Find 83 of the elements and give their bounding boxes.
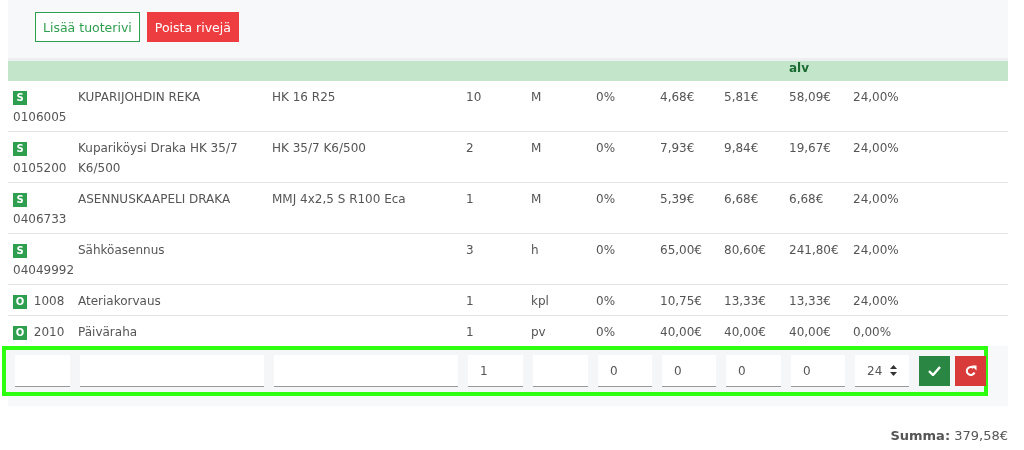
check-icon — [928, 366, 941, 376]
table-cell-text: HK 16 R25 — [272, 89, 337, 106]
table-cell-text: Päiväraha — [78, 324, 139, 341]
table-cell-text: M — [531, 89, 543, 106]
input-field[interactable]: 0 — [662, 355, 716, 387]
table-cell-text: 13,33€ — [724, 293, 767, 310]
save-button[interactable] — [919, 356, 950, 386]
table-cell-text: 65,00€ — [660, 242, 703, 259]
table-cell-text: 80,60€ — [724, 242, 767, 259]
table-cell-text: 1 — [466, 324, 475, 341]
redo-button[interactable] — [955, 356, 986, 386]
table-cell-text: 7,93€ — [660, 140, 696, 157]
table-cell-text: 1 — [466, 191, 475, 208]
table-cell-text: 58,09€ — [789, 89, 832, 106]
table-cell-text: 24,00% — [853, 191, 900, 208]
table-cell-text: KUPARIJOHDIN REKA — [78, 89, 202, 106]
product-code: 0406733 — [13, 212, 67, 226]
add-row-button[interactable]: Lisää tuoterivi — [35, 12, 140, 42]
product-code: 0105200 — [13, 161, 67, 175]
table-cell-text: 9,84€ — [724, 140, 760, 157]
product-code: 0106005 — [13, 110, 67, 124]
table-cell-text: 24,00% — [853, 293, 900, 310]
table-cell-text: 0% — [596, 140, 617, 157]
table-cell-text: 0% — [596, 324, 617, 341]
table-cell-text: h — [531, 242, 540, 259]
table-cell-text: kpl — [531, 293, 550, 310]
table-cell-text: 0% — [596, 242, 617, 259]
product-code: 1008 — [33, 294, 65, 308]
table-cell-text: 19,67€ — [789, 140, 832, 157]
table-cell-text: 5,81€ — [724, 89, 760, 106]
table-cell-text: 0,00% — [853, 324, 893, 341]
input-field[interactable] — [15, 355, 70, 387]
table-cell-text: 24,00% — [853, 242, 900, 259]
table-cell-text: 0% — [596, 293, 617, 310]
table-cell-text: 241,80€ — [789, 242, 840, 259]
sum-value: 379,58€ — [954, 428, 1008, 443]
table-cell-text: HK 35/7 K6/500 — [272, 140, 367, 157]
type-badge: S — [13, 244, 27, 258]
table-cell-text: 3 — [466, 242, 475, 259]
table-cell-text: 1 — [466, 293, 475, 310]
table-cell-text: 2 — [466, 140, 475, 157]
table-cell-text: 6,68€ — [724, 191, 760, 208]
type-badge: S — [13, 142, 27, 156]
input-field[interactable] — [533, 355, 588, 387]
table-cell-text: 10 — [466, 89, 483, 106]
table-cell-text: 13,33€ — [789, 293, 832, 310]
delete-rows-button[interactable]: Poista rivejä — [146, 12, 239, 42]
sum-label: Summa: — [890, 428, 951, 443]
table-cell-text: pv — [531, 324, 547, 341]
table-cell-text: 6,68€ — [789, 191, 825, 208]
type-badge: S — [13, 91, 27, 105]
table-cell-text: MMJ 4x2,5 S R100 Eca — [272, 191, 407, 208]
table-cell-text: Ateriakorvaus — [78, 293, 162, 310]
input-field[interactable] — [80, 355, 264, 387]
table-cell-text: 10,75€ — [660, 293, 703, 310]
table-cell-text: Kupariköysi Draka HK 35/7 K6/500 — [78, 140, 239, 177]
table-cell-text: 24,00% — [853, 140, 900, 157]
table-cell-text: 24,00% — [853, 89, 900, 106]
product-code: 2010 — [33, 325, 65, 339]
table-cell-text: M — [531, 191, 543, 208]
type-badge: O — [13, 295, 27, 309]
table-cell-text: Sähköasennus — [78, 242, 166, 259]
product-code: 04049992 — [13, 263, 75, 277]
input-field[interactable]: 0 — [726, 355, 781, 387]
table-cell-text: 40,00€ — [660, 324, 703, 341]
input-field[interactable] — [274, 355, 458, 387]
table-cell-text: 40,00€ — [724, 324, 767, 341]
vat-select[interactable]: 24 — [855, 355, 909, 387]
table-cell-text: 0% — [596, 89, 617, 106]
table-cell-text: 4,68€ — [660, 89, 696, 106]
table-cell-text: M — [531, 140, 543, 157]
table-cell-text: ASENNUSKAAPELI DRAKA — [78, 191, 232, 208]
input-field[interactable]: 0 — [598, 355, 652, 387]
sort-icon — [890, 365, 897, 376]
input-field[interactable]: 1 — [468, 355, 523, 387]
redo-icon — [964, 365, 977, 377]
table-cell-text: 0% — [596, 191, 617, 208]
table-cell-text: 5,39€ — [660, 191, 696, 208]
table-cell-text: 40,00€ — [789, 324, 832, 341]
column-header: alv — [789, 61, 810, 75]
type-badge: S — [13, 193, 27, 207]
type-badge: O — [13, 326, 27, 340]
input-field[interactable]: 0 — [791, 355, 845, 387]
